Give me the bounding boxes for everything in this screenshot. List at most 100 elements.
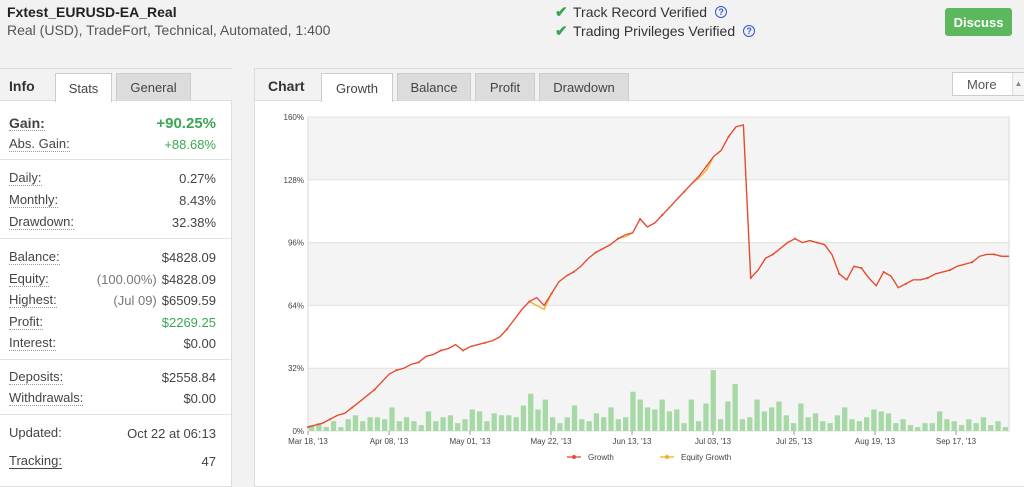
- profit-bar: [615, 419, 621, 431]
- profit-bar: [659, 399, 665, 431]
- profit-bar: [542, 399, 548, 431]
- data-point: [461, 349, 464, 352]
- stat-subvalue: (Jul 09): [113, 292, 157, 308]
- profit-bar: [966, 419, 972, 431]
- profit-bar: [980, 417, 987, 431]
- profit-bar: [491, 413, 497, 431]
- tab-general[interactable]: General: [116, 73, 191, 101]
- tracking-link[interactable]: Tracking:: [9, 453, 62, 469]
- x-axis-ticks: Mar 18, '13 Apr 08, '13 May 01, '13 May 22,…: [288, 431, 977, 446]
- stat-label[interactable]: Equity:: [9, 271, 49, 287]
- stat-label[interactable]: Profit:: [9, 314, 43, 330]
- stat-abs-gain: Abs. Gain: +88.68%: [9, 134, 216, 154]
- stat-label[interactable]: Abs. Gain:: [9, 136, 70, 152]
- tab-drawdown[interactable]: Drawdown: [539, 73, 629, 101]
- profit-bar: [425, 411, 432, 431]
- profit-bar: [871, 409, 877, 431]
- data-point: [771, 253, 774, 256]
- data-point: [417, 361, 420, 364]
- stat-value: Oct 22 at 06:13: [127, 425, 216, 441]
- x-tick-label: Mar 18, '13: [288, 437, 328, 446]
- profit-bar: [834, 415, 841, 431]
- track-record-verified: ✔ Track Record Verified ?: [555, 3, 728, 21]
- tab-profit[interactable]: Profit: [475, 73, 535, 101]
- tab-growth[interactable]: Growth: [321, 73, 393, 102]
- stat-value: +90.25%: [156, 114, 216, 132]
- profit-bar: [644, 407, 651, 431]
- x-tick-label: Sep 17, '13: [936, 437, 977, 446]
- stat-gain: Gain: +90.25%: [9, 113, 216, 133]
- data-point: [948, 269, 951, 272]
- account-name[interactable]: Fxtest_EURUSD-EA_Real: [7, 4, 177, 20]
- tab-stats[interactable]: Stats: [55, 73, 112, 102]
- x-tick-label: Apr 08, '13: [370, 437, 409, 446]
- data-point: [572, 271, 575, 274]
- divider: [0, 238, 231, 239]
- stats-panel-tabs: Info Stats General: [0, 69, 232, 102]
- x-tick-label: May 01, '13: [449, 437, 491, 446]
- stat-tracking: Tracking: 47: [9, 451, 216, 471]
- y-tick-label: 0%: [292, 427, 304, 436]
- data-point: [926, 276, 929, 279]
- x-tick-label: Jun 13, '13: [613, 437, 652, 446]
- chart-panel: Chart Growth Balance Profit Drawdown Mor…: [254, 68, 1024, 487]
- more-label: More: [967, 76, 997, 92]
- y-tick-label: 96%: [288, 239, 304, 248]
- profit-bar: [396, 421, 402, 431]
- stat-label[interactable]: Daily:: [9, 170, 42, 186]
- panel-title: Info: [9, 78, 35, 94]
- check-icon: ✔: [555, 23, 568, 40]
- trading-privileges-verified: ✔ Trading Privileges Verified ?: [555, 22, 756, 40]
- stat-value: $4828.09: [161, 249, 216, 265]
- data-point: [528, 300, 531, 303]
- stat-value: +88.68%: [164, 136, 216, 152]
- profit-bar: [703, 403, 709, 431]
- data-point: [794, 237, 797, 240]
- check-icon: ✔: [555, 4, 568, 21]
- profit-bar: [849, 419, 855, 431]
- profit-bar: [988, 425, 994, 431]
- profit-bar: [805, 417, 811, 431]
- data-point: [882, 271, 885, 274]
- verified-label: Trading Privileges Verified: [573, 23, 736, 39]
- more-dropdown[interactable]: More ▲: [952, 72, 1024, 96]
- profit-bar: [907, 425, 914, 431]
- profit-bar: [586, 421, 592, 431]
- tab-balance[interactable]: Balance: [397, 73, 471, 101]
- divider: [0, 359, 231, 360]
- profit-bar: [688, 399, 695, 431]
- stat-label[interactable]: Gain:: [9, 116, 45, 131]
- x-tick-label: Jul 03, '13: [695, 437, 732, 446]
- data-point: [616, 237, 619, 240]
- stat-label[interactable]: Monthly:: [9, 192, 59, 208]
- profit-bar: [674, 409, 680, 431]
- divider: [0, 414, 231, 415]
- help-icon[interactable]: ?: [743, 25, 756, 37]
- profit-bar: [330, 421, 337, 431]
- x-tick-label: Jul 25, '13: [776, 437, 813, 446]
- stat-label: Updated:: [9, 425, 62, 440]
- scroll-arrow-icon[interactable]: ▲: [1012, 73, 1024, 95]
- profit-bar: [666, 411, 673, 431]
- stat-label[interactable]: Deposits:: [9, 369, 64, 385]
- profit-bar: [571, 405, 578, 431]
- profit-bar: [681, 423, 687, 431]
- data-point: [661, 214, 664, 217]
- stat-label[interactable]: Highest:: [9, 292, 57, 308]
- legend-label: Growth: [588, 453, 614, 462]
- data-point: [395, 369, 398, 372]
- data-point: [860, 267, 863, 270]
- stat-label[interactable]: Withdrawals:: [9, 390, 84, 406]
- growth-chart: 0% 32% 64% 96% 128% 160% Mar 18, '13 Apr 08, '…: [284, 113, 1010, 462]
- help-icon[interactable]: ?: [715, 6, 728, 18]
- profit-bar: [608, 407, 614, 431]
- profit-bar: [345, 419, 351, 431]
- profit-bar: [885, 413, 892, 431]
- discuss-button[interactable]: Discuss: [945, 8, 1012, 36]
- legend-label: Equity Growth: [681, 453, 731, 462]
- profit-bar: [476, 411, 483, 431]
- profit-bar: [447, 415, 454, 431]
- stat-label[interactable]: Drawdown:: [9, 214, 75, 230]
- stat-label[interactable]: Balance:: [9, 249, 60, 265]
- stat-label[interactable]: Interest:: [9, 335, 56, 351]
